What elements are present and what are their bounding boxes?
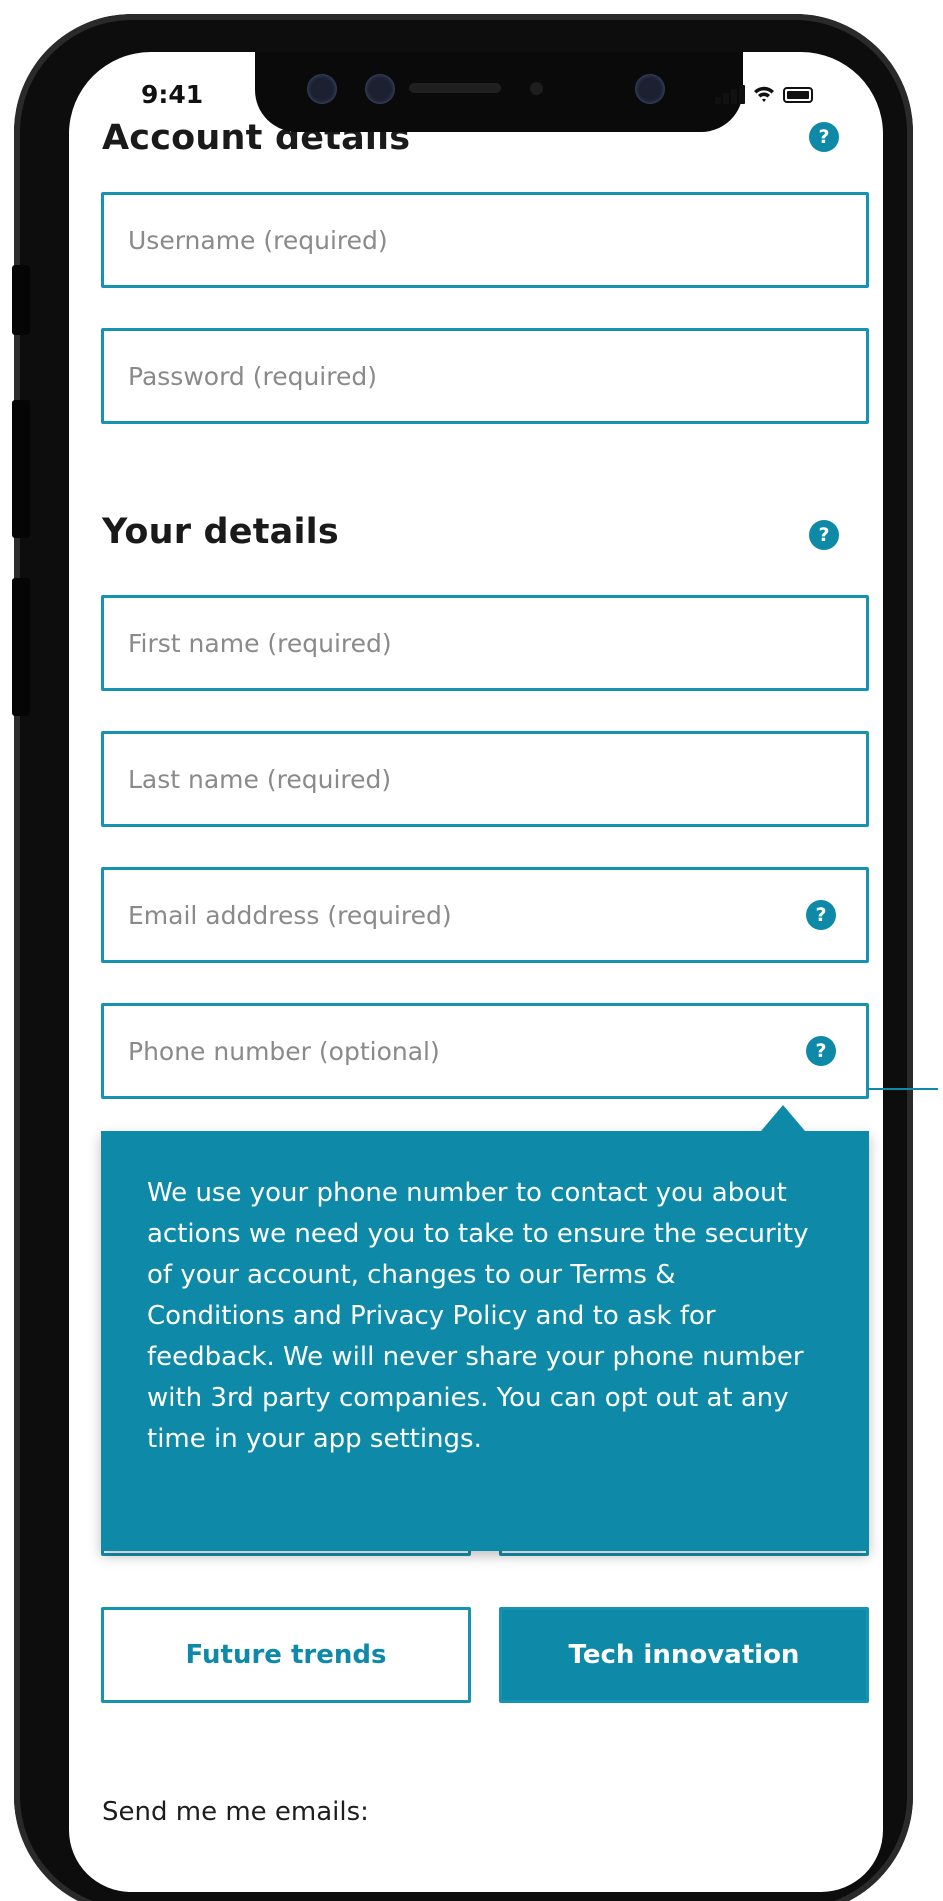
email-input[interactable] [128, 870, 768, 960]
username-input[interactable] [128, 195, 768, 285]
speaker-grille [409, 83, 501, 93]
first-name-input[interactable] [128, 598, 768, 688]
phone-help-icon[interactable]: ? [806, 1036, 836, 1066]
wifi-icon [754, 86, 774, 102]
your-details-heading: Your details [102, 512, 339, 552]
tech-innovation-button[interactable]: Tech innovation [499, 1607, 869, 1703]
tooltip-arrow [761, 1105, 805, 1131]
future-trends-button[interactable]: Future trends [101, 1607, 471, 1703]
last-name-input[interactable] [128, 734, 768, 824]
password-field[interactable] [101, 328, 869, 424]
username-field[interactable] [101, 192, 869, 288]
cellular-signal-icon [715, 84, 747, 104]
phone-field[interactable]: ? [101, 1003, 869, 1099]
last-name-field[interactable] [101, 731, 869, 827]
account-help-icon[interactable]: ? [809, 122, 839, 152]
annotation-line [868, 1088, 938, 1090]
phone-help-tooltip: We use your phone number to contact you … [101, 1105, 869, 1551]
sensor-icon [365, 74, 395, 104]
volume-down-button [12, 578, 30, 716]
your-details-help-icon[interactable]: ? [809, 520, 839, 550]
send-emails-label: Send me me emails: [102, 1797, 369, 1827]
front-camera-icon [635, 74, 665, 104]
volume-up-button [12, 400, 30, 538]
status-time: 9:41 [141, 80, 204, 109]
password-input[interactable] [128, 331, 768, 421]
phone-input[interactable] [128, 1006, 768, 1096]
battery-icon [783, 87, 813, 103]
mute-switch [12, 265, 30, 335]
email-field[interactable]: ? [101, 867, 869, 963]
stage: Account details ? Your details ? ? ? [0, 0, 943, 1901]
first-name-field[interactable] [101, 595, 869, 691]
camera-icon [307, 74, 337, 104]
notch [255, 52, 743, 132]
proximity-sensor [530, 82, 543, 95]
phone-screen: Account details ? Your details ? ? ? [69, 52, 883, 1892]
tooltip-text: We use your phone number to contact you … [147, 1178, 809, 1454]
status-icons [715, 84, 813, 108]
email-help-icon[interactable]: ? [806, 900, 836, 930]
